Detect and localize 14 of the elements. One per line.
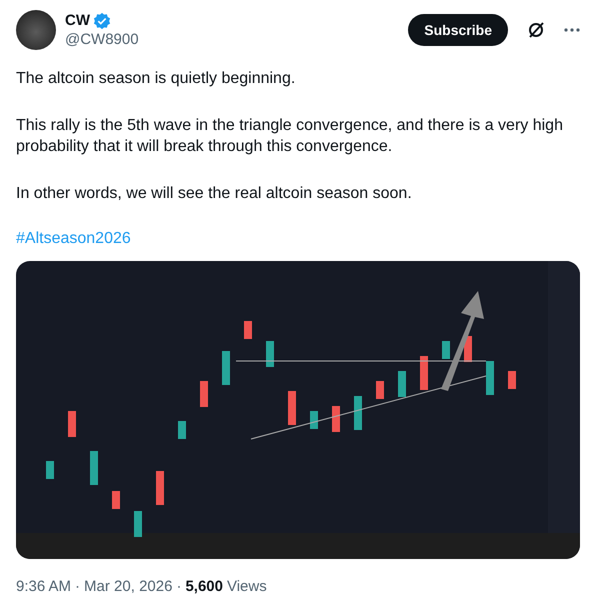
subscribe-button[interactable]: Subscribe <box>408 14 508 46</box>
tweet-paragraph: The altcoin season is quietly beginning. <box>16 69 296 89</box>
tweet-paragraph: This rally is the 5th wave in the triangle convergence, and there is a very high probability that it will break through this convergence. <box>16 116 564 157</box>
avatar[interactable] <box>16 10 56 50</box>
author-handle[interactable]: @CW8900 <box>65 30 139 49</box>
views-count: 5,600 <box>185 578 223 595</box>
separator-dot: · <box>75 578 80 595</box>
separator-dot: · <box>176 578 182 595</box>
more-icon[interactable] <box>564 28 580 32</box>
tweet-paragraph: In other words, we will see the real altcoin season soon. <box>16 184 413 204</box>
post-time[interactable]: 9:36 AM <box>16 578 72 595</box>
author-name[interactable]: CW <box>65 11 90 30</box>
post-date[interactable]: Mar 20, 2026 <box>84 578 172 595</box>
views-label: Views <box>226 578 267 595</box>
